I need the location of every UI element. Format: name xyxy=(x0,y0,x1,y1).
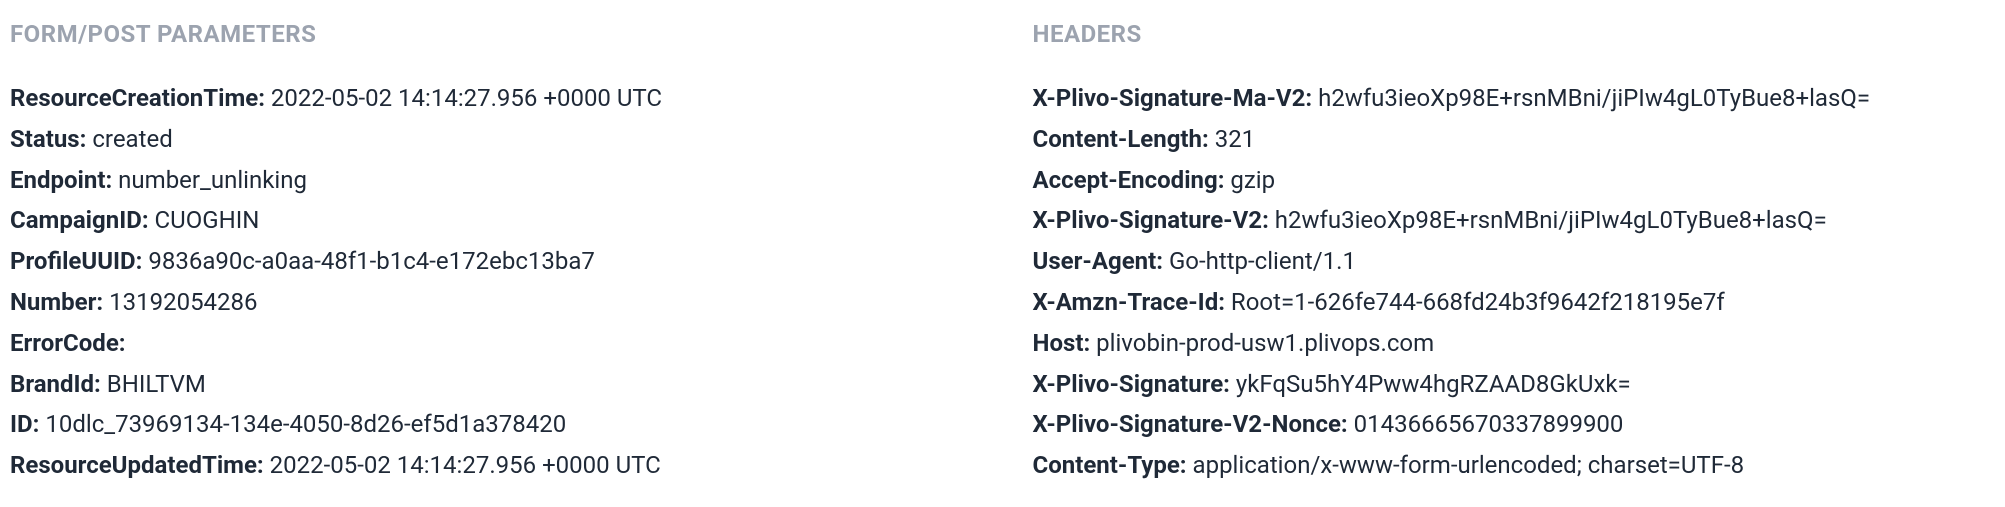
header-value: h2wfu3ieoXp98E+rsnMBni/jiPIw4gL0TyBue8+l… xyxy=(1312,84,1870,112)
param-value: CUOGHIN xyxy=(149,206,260,234)
param-row: Endpoint: number_unlinking xyxy=(10,160,973,201)
header-row: Accept-Encoding: gzip xyxy=(1033,160,1996,201)
header-key: X-Amzn-Trace-Id: xyxy=(1033,288,1225,316)
param-value: 9836a90c-a0aa-48f1-b1c4-e172ebc13ba7 xyxy=(142,247,594,275)
header-row: X-Plivo-Signature-Ma-V2: h2wfu3ieoXp98E+… xyxy=(1033,78,1996,119)
form-post-list: ResourceCreationTime: 2022-05-02 14:14:2… xyxy=(10,78,973,486)
param-value: BHILTVM xyxy=(101,370,206,398)
param-row: ID: 10dlc_73969134-134e-4050-8d26-ef5d1a… xyxy=(10,404,973,445)
param-value: 2022-05-02 14:14:27.956 +0000 UTC xyxy=(265,84,662,112)
header-row: Content-Length: 321 xyxy=(1033,119,1996,160)
header-key: X-Plivo-Signature-Ma-V2: xyxy=(1033,84,1313,112)
headers-list: X-Plivo-Signature-Ma-V2: h2wfu3ieoXp98E+… xyxy=(1033,78,1996,486)
param-row: ErrorCode: xyxy=(10,323,973,364)
header-key: X-Plivo-Signature-V2-Nonce: xyxy=(1033,410,1348,438)
header-key: Content-Type: xyxy=(1033,451,1187,479)
header-value: 321 xyxy=(1209,125,1255,153)
header-value: Root=1-626fe744-668fd24b3f9642f218195e7f xyxy=(1225,288,1725,316)
param-row: Number: 13192054286 xyxy=(10,282,973,323)
header-value: 01436665670337899900 xyxy=(1348,410,1624,438)
param-row: CampaignID: CUOGHIN xyxy=(10,200,973,241)
param-key: ResourceCreationTime: xyxy=(10,84,265,112)
param-key: ErrorCode: xyxy=(10,329,126,357)
header-key: Content-Length: xyxy=(1033,125,1209,153)
param-row: BrandId: BHILTVM xyxy=(10,364,973,405)
param-key: Status: xyxy=(10,125,86,153)
headers-column: HEADERS X-Plivo-Signature-Ma-V2: h2wfu3i… xyxy=(1033,20,1996,486)
header-key: X-Plivo-Signature: xyxy=(1033,370,1230,398)
header-row: X-Plivo-Signature-V2: h2wfu3ieoXp98E+rsn… xyxy=(1033,200,1996,241)
header-row: X-Plivo-Signature-V2-Nonce: 014366656703… xyxy=(1033,404,1996,445)
param-row: ResourceCreationTime: 2022-05-02 14:14:2… xyxy=(10,78,973,119)
header-row: User-Agent: Go-http-client/1.1 xyxy=(1033,241,1996,282)
param-key: ID: xyxy=(10,410,39,438)
param-row: ProfileUUID: 9836a90c-a0aa-48f1-b1c4-e17… xyxy=(10,241,973,282)
header-value: application/x-www-form-urlencoded; chars… xyxy=(1187,451,1745,479)
header-value: plivobin-prod-usw1.plivops.com xyxy=(1090,329,1434,357)
header-key: X-Plivo-Signature-V2: xyxy=(1033,206,1269,234)
header-row: X-Amzn-Trace-Id: Root=1-626fe744-668fd24… xyxy=(1033,282,1996,323)
param-key: BrandId: xyxy=(10,370,101,398)
param-value: 10dlc_73969134-134e-4050-8d26-ef5d1a3784… xyxy=(39,410,566,438)
header-value: gzip xyxy=(1224,166,1275,194)
header-row: Host: plivobin-prod-usw1.plivops.com xyxy=(1033,323,1996,364)
param-key: ResourceUpdatedTime: xyxy=(10,451,264,479)
param-row: Status: created xyxy=(10,119,973,160)
param-row: ResourceUpdatedTime: 2022-05-02 14:14:27… xyxy=(10,445,973,486)
header-value: Go-http-client/1.1 xyxy=(1163,247,1356,275)
param-value: number_unlinking xyxy=(112,166,307,194)
param-key: Number: xyxy=(10,288,103,316)
param-value: created xyxy=(86,125,172,153)
header-key: Accept-Encoding: xyxy=(1033,166,1225,194)
form-post-title: FORM/POST PARAMETERS xyxy=(10,20,973,48)
form-post-column: FORM/POST PARAMETERS ResourceCreationTim… xyxy=(10,20,973,486)
request-details-container: FORM/POST PARAMETERS ResourceCreationTim… xyxy=(10,20,1995,486)
header-key: Host: xyxy=(1033,329,1091,357)
header-key: User-Agent: xyxy=(1033,247,1164,275)
headers-title: HEADERS xyxy=(1033,20,1996,48)
param-value: 2022-05-02 14:14:27.956 +0000 UTC xyxy=(264,451,661,479)
header-row: X-Plivo-Signature: ykFqSu5hY4Pww4hgRZAAD… xyxy=(1033,364,1996,405)
header-value: ykFqSu5hY4Pww4hgRZAAD8GkUxk= xyxy=(1230,370,1631,398)
param-key: CampaignID: xyxy=(10,206,149,234)
param-key: Endpoint: xyxy=(10,166,112,194)
param-value: 13192054286 xyxy=(103,288,257,316)
param-key: ProfileUUID: xyxy=(10,247,142,275)
header-row: Content-Type: application/x-www-form-url… xyxy=(1033,445,1996,486)
header-value: h2wfu3ieoXp98E+rsnMBni/jiPIw4gL0TyBue8+l… xyxy=(1269,206,1827,234)
